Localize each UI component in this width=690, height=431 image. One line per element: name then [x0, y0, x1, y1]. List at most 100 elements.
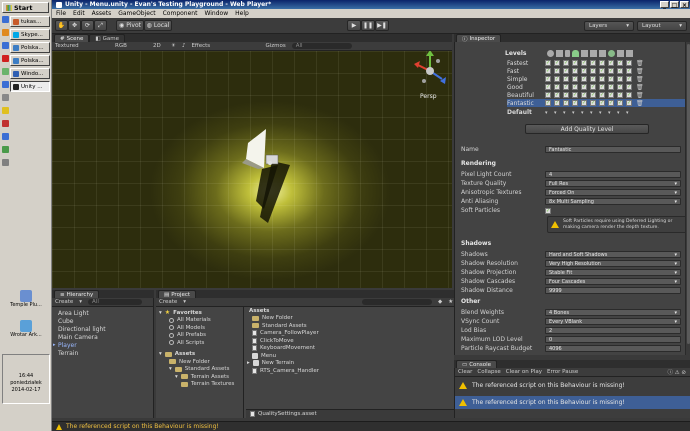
platform-checkbox[interactable]: ✓: [563, 76, 569, 82]
projection-label[interactable]: Persp: [420, 93, 437, 100]
quick-launch-icon[interactable]: [2, 29, 9, 36]
platform-checkbox[interactable]: ✓: [590, 92, 596, 98]
default-level-dropdown-icon[interactable]: ▾: [590, 110, 593, 116]
hierarchy-item[interactable]: Directional light: [52, 325, 153, 333]
hand-tool-button[interactable]: ✋: [55, 20, 68, 31]
maximize-button[interactable]: □: [670, 1, 679, 9]
folder-tree-item[interactable]: New Folder: [159, 358, 243, 366]
gizmos-dropdown[interactable]: Gizmos: [265, 43, 285, 49]
setting-dropdown[interactable]: Full Res ▾: [545, 180, 681, 187]
setting-dropdown[interactable]: Hard and Soft Shadows ▾: [545, 251, 681, 258]
layers-dropdown[interactable]: Layers ▾: [584, 21, 634, 31]
asset-item[interactable]: ▸ New Terrain: [247, 360, 454, 368]
platform-checkbox[interactable]: ✓: [590, 68, 596, 74]
platform-checkbox[interactable]: ✓: [626, 84, 632, 90]
2d-toggle[interactable]: 2D: [153, 43, 165, 49]
taskbar-window-button[interactable]: Polska...: [10, 42, 50, 53]
quality-level-row[interactable]: Fantastic ✓ ✓ ✓ ✓ ✓ ✓ ✓ ✓ ✓ ✓ 🗑: [507, 99, 687, 107]
light-gizmo-icon[interactable]: [268, 161, 272, 165]
tab-project[interactable]: ▤ Project: [158, 290, 197, 298]
quality-level-row[interactable]: Fastest ✓ ✓ ✓ ✓ ✓ ✓ ✓ ✓ ✓ ✓ 🗑: [507, 59, 687, 67]
lighting-icon[interactable]: ☀: [171, 43, 176, 49]
platform-checkbox[interactable]: ✓: [554, 60, 560, 66]
inspector-scrollbar[interactable]: [685, 42, 690, 355]
folder-tree-item[interactable]: Terrain Textures: [159, 381, 243, 389]
platform-checkbox[interactable]: ✓: [590, 76, 596, 82]
status-bar[interactable]: The referenced script on this Behaviour …: [52, 421, 690, 431]
platform-checkbox[interactable]: ✓: [572, 76, 578, 82]
default-level-dropdown-icon[interactable]: ▾: [563, 110, 566, 116]
platform-checkbox[interactable]: ✓: [608, 92, 614, 98]
setting-dropdown[interactable]: Four Cascades ▾: [545, 278, 681, 285]
quick-launch-icon[interactable]: [2, 42, 9, 49]
setting-input[interactable]: 0: [545, 336, 681, 343]
minimize-button[interactable]: _: [660, 1, 669, 9]
system-clock[interactable]: 16:44 poniedziałek 2014-02-17: [2, 354, 50, 404]
setting-input[interactable]: 2: [545, 327, 681, 334]
platform-checkbox[interactable]: ✓: [581, 92, 587, 98]
info-count-icon[interactable]: ⓘ ⚠ ⊘: [667, 368, 686, 376]
default-level-dropdown-icon[interactable]: ▾: [599, 110, 602, 116]
default-level-dropdown-icon[interactable]: ▾: [608, 110, 611, 116]
assets-header[interactable]: ▾ Assets: [159, 351, 243, 359]
platform-checkbox[interactable]: ✓: [626, 68, 632, 74]
trash-icon[interactable]: 🗑: [636, 84, 644, 91]
taskbar-window-button[interactable]: Polska...: [10, 55, 50, 66]
default-level-dropdown-icon[interactable]: ▾: [545, 110, 548, 116]
asset-item[interactable]: RTS_Camera_Handler: [252, 367, 454, 375]
default-level-dropdown-icon[interactable]: ▾: [554, 110, 557, 116]
name-input[interactable]: Fantastic: [545, 146, 681, 153]
platform-checkbox[interactable]: ✓: [572, 68, 578, 74]
quick-launch-icon[interactable]: [2, 146, 9, 153]
create-dropdown[interactable]: Create: [159, 299, 177, 305]
platform-checkbox[interactable]: ✓: [608, 68, 614, 74]
setting-checkbox[interactable]: ✓: [545, 207, 551, 214]
platform-checkbox[interactable]: ✓: [590, 84, 596, 90]
platform-checkbox[interactable]: ✓: [554, 100, 560, 106]
setting-dropdown[interactable]: 8x Multi Sampling ▾: [545, 198, 681, 205]
platform-checkbox[interactable]: ✓: [617, 92, 623, 98]
quick-launch-icon[interactable]: [2, 107, 9, 114]
platform-checkbox[interactable]: ✓: [554, 92, 560, 98]
quick-launch-icon[interactable]: [2, 133, 9, 140]
quick-launch-icon[interactable]: [2, 16, 9, 23]
folder-tree-item[interactable]: ▾ Standard Assets: [159, 366, 243, 374]
quality-level-row[interactable]: Simple ✓ ✓ ✓ ✓ ✓ ✓ ✓ ✓ ✓ ✓ 🗑: [507, 75, 687, 83]
platform-checkbox[interactable]: ✓: [572, 100, 578, 106]
favorite-item[interactable]: All Scripts: [159, 339, 243, 347]
platform-checkbox[interactable]: ✓: [581, 68, 587, 74]
audio-icon[interactable]: ♪: [182, 43, 186, 49]
quick-launch-icon[interactable]: [2, 81, 9, 88]
favorite-item[interactable]: All Prefabs: [159, 332, 243, 340]
hierarchy-item[interactable]: Terrain: [52, 349, 153, 357]
trash-icon[interactable]: 🗑: [636, 68, 644, 75]
console-error-pause-button[interactable]: Error Pause: [547, 369, 578, 375]
platform-checkbox[interactable]: ✓: [545, 68, 551, 74]
asset-item[interactable]: KeyboardMovement: [252, 345, 454, 353]
platform-checkbox[interactable]: ✓: [572, 92, 578, 98]
taskbar-window-button[interactable]: Unity ...: [10, 81, 50, 92]
console-collapse-button[interactable]: Collapse: [477, 369, 500, 375]
taskbar-window-button[interactable]: Skype...: [10, 29, 50, 40]
platform-checkbox[interactable]: ✓: [563, 68, 569, 74]
menu-component[interactable]: Component: [163, 10, 198, 17]
trash-icon[interactable]: 🗑: [636, 92, 644, 99]
platform-checkbox[interactable]: ✓: [599, 76, 605, 82]
hierarchy-search-input[interactable]: All: [88, 299, 143, 305]
taskbar-window-button[interactable]: Windo...: [10, 68, 50, 79]
asset-item[interactable]: Camera_FollowPlayer: [252, 330, 454, 338]
star-filter-icon[interactable]: ★: [448, 299, 453, 305]
shading-mode-dropdown[interactable]: Textured: [55, 43, 109, 49]
quality-level-row[interactable]: Good ✓ ✓ ✓ ✓ ✓ ✓ ✓ ✓ ✓ ✓ 🗑: [507, 83, 687, 91]
platform-checkbox[interactable]: ✓: [617, 100, 623, 106]
platform-checkbox[interactable]: ✓: [563, 100, 569, 106]
hierarchy-item[interactable]: Area Light: [52, 309, 153, 317]
menu-help[interactable]: Help: [235, 10, 249, 17]
setting-input[interactable]: 4: [545, 171, 681, 178]
default-level-dropdown-icon[interactable]: ▾: [572, 110, 575, 116]
setting-dropdown[interactable]: 4 Bones ▾: [545, 309, 681, 316]
local-toggle[interactable]: ◍ Local: [144, 20, 172, 31]
effects-dropdown[interactable]: Effects: [191, 43, 231, 49]
create-dropdown[interactable]: Create: [55, 299, 73, 305]
platform-checkbox[interactable]: ✓: [545, 84, 551, 90]
